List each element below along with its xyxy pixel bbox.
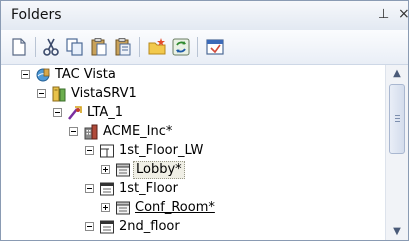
collapse-toggle-icon[interactable] <box>69 127 78 136</box>
collapse-toggle-icon[interactable] <box>37 89 46 98</box>
toolbar-separator <box>139 37 140 57</box>
tree-item-label: LTA_1 <box>87 105 124 120</box>
new-document-icon[interactable] <box>9 37 29 57</box>
expand-toggle-icon[interactable] <box>101 165 110 174</box>
collapse-toggle-icon[interactable] <box>85 222 94 231</box>
paste-icon[interactable] <box>89 37 109 57</box>
grip-line <box>395 121 400 122</box>
scroll-down-icon[interactable]: ▼ <box>386 223 408 240</box>
tree-item-label: 1st_Floor <box>119 181 178 196</box>
tree-item-1st-floor-lw[interactable]: 1st_Floor_LW <box>1 141 385 161</box>
tree-item-conf-room[interactable]: Conf_Room* <box>1 198 385 218</box>
cut-icon[interactable] <box>41 37 61 57</box>
tree-item-2nd-floor[interactable]: 2nd_floor <box>1 217 385 237</box>
tree-item-lta-1[interactable]: LTA_1 <box>1 103 385 123</box>
building-icon <box>84 124 98 140</box>
tree-item-label: VistaSRV1 <box>71 86 137 101</box>
folder-tree[interactable]: TAC Vista VistaSRV1 LTA_1 ACME_Inc* 1st_… <box>1 65 385 240</box>
floor-icon <box>100 220 114 234</box>
tree-item-vistasrv1[interactable]: VistaSRV1 <box>1 84 385 104</box>
tree-item-label: 2nd_floor <box>119 219 180 234</box>
panel-titlebar: Folders ⊥ × <box>1 1 409 31</box>
copy-icon[interactable] <box>65 37 85 57</box>
properties-icon[interactable] <box>205 37 225 57</box>
panel-title: Folders <box>11 7 62 23</box>
tree-item-lobby[interactable]: Lobby* <box>1 160 385 180</box>
tree-item-label: ACME_Inc* <box>103 124 173 139</box>
tree-item-label: 1st_Floor_LW <box>119 143 204 158</box>
room-icon <box>116 201 130 215</box>
collapse-toggle-icon[interactable] <box>21 70 30 79</box>
tree-item-tac-vista[interactable]: TAC Vista <box>1 65 385 85</box>
toolbar-separator <box>197 37 198 57</box>
tree-item-label: Lobby* <box>133 161 185 179</box>
close-icon[interactable]: × <box>398 6 409 22</box>
toolbar <box>1 30 408 65</box>
new-folder-icon[interactable] <box>147 37 167 57</box>
tree-item-acme-inc[interactable]: ACME_Inc* <box>1 122 385 142</box>
collapse-toggle-icon[interactable] <box>85 184 94 193</box>
server-network-icon <box>36 68 50 82</box>
toolbar-separator <box>35 37 36 57</box>
network-adapter-icon <box>68 106 82 120</box>
grip-line <box>395 115 400 116</box>
pin-icon[interactable]: ⊥ <box>378 7 389 22</box>
collapse-toggle-icon[interactable] <box>85 146 94 155</box>
refresh-icon[interactable] <box>171 37 191 57</box>
expand-toggle-icon[interactable] <box>101 203 110 212</box>
folders-panel: Folders ⊥ × TAC Vista VistaSRV1 LTA_1 AC… <box>0 0 409 241</box>
room-icon <box>116 163 130 177</box>
tree-item-1st-floor[interactable]: 1st_Floor <box>1 179 385 199</box>
database-server-icon <box>52 86 66 102</box>
floor-icon <box>100 182 114 196</box>
tree-item-label: Conf_Room* <box>135 200 215 215</box>
vertical-scrollbar[interactable]: ▲ ▼ <box>385 65 408 240</box>
collapse-toggle-icon[interactable] <box>53 108 62 117</box>
scroll-thumb[interactable] <box>389 84 405 154</box>
floor-lw-icon <box>100 144 114 158</box>
grip-line <box>395 118 400 119</box>
tree-item-label: TAC Vista <box>55 67 116 82</box>
scroll-up-icon[interactable]: ▲ <box>386 65 408 82</box>
paste-special-icon[interactable] <box>113 37 133 57</box>
